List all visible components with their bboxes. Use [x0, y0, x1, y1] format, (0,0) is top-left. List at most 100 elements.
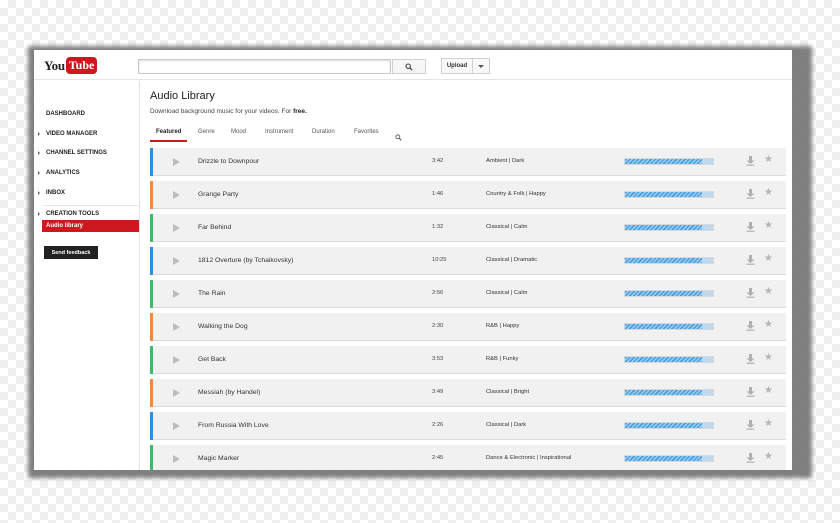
search-input[interactable]	[138, 59, 391, 74]
track-row[interactable]: Get Back 3:53 R&B | Funky ★	[150, 346, 786, 374]
track-row[interactable]: From Russia With Love 2:26 Classical | Dar…	[150, 412, 786, 440]
track-row[interactable]: Grange Party 1:46 Country & Folk | Happy ★	[150, 181, 786, 209]
track-progress-bar[interactable]	[624, 455, 714, 462]
play-icon[interactable]	[173, 257, 180, 265]
star-icon[interactable]: ★	[764, 386, 773, 396]
page-subtitle: Download background music for your video…	[150, 108, 307, 115]
track-genre-mood: Classical | Calm	[486, 224, 528, 230]
track-title[interactable]: The Rain	[198, 290, 226, 297]
download-icon[interactable]	[746, 288, 755, 298]
download-icon[interactable]	[746, 255, 755, 265]
play-icon[interactable]	[173, 290, 180, 298]
track-title[interactable]: Far Behind	[198, 224, 231, 231]
track-progress-bar[interactable]	[624, 191, 714, 198]
subtitle-text: Download background music for your video…	[150, 108, 294, 115]
download-icon[interactable]	[746, 420, 755, 430]
track-row[interactable]: 1812 Overture (by Tchaikovsky) 10:25 Class…	[150, 247, 786, 275]
star-icon[interactable]: ★	[764, 353, 773, 363]
sidebar-item-label: VIDEO MANAGER	[46, 131, 98, 137]
masthead: You Tube Upload	[34, 50, 792, 80]
star-icon[interactable]: ★	[764, 188, 773, 198]
youtube-logo[interactable]: You Tube	[44, 57, 98, 74]
play-icon[interactable]	[173, 356, 180, 364]
track-title[interactable]: Walking the Dog	[198, 323, 248, 330]
track-progress-bar[interactable]	[624, 257, 714, 264]
download-icon[interactable]	[746, 354, 755, 364]
download-icon[interactable]	[746, 222, 755, 232]
play-icon[interactable]	[173, 455, 180, 463]
star-icon[interactable]: ★	[764, 287, 773, 297]
track-progress-fill	[625, 192, 703, 197]
sidebar-item-dashboard[interactable]: DASHBOARD	[34, 108, 140, 120]
play-icon[interactable]	[173, 224, 180, 232]
star-icon[interactable]: ★	[764, 254, 773, 264]
sidebar-item-inbox[interactable]: INBOX	[34, 187, 140, 199]
track-row[interactable]: Magic Marker 2:45 Dance & Electronic | Ins…	[150, 445, 786, 470]
sidebar-item-channel-settings[interactable]: CHANNEL SETTINGS	[34, 147, 140, 159]
track-progress-bar[interactable]	[624, 356, 714, 363]
star-icon[interactable]: ★	[764, 155, 773, 165]
track-progress-bar[interactable]	[624, 290, 714, 297]
subtitle-emphasis: free.	[293, 108, 307, 115]
track-duration: 2:26	[432, 422, 444, 428]
play-icon[interactable]	[173, 191, 180, 199]
track-title[interactable]: Grange Party	[198, 191, 238, 198]
sidebar-item-audio-library[interactable]: Audio library	[42, 220, 139, 232]
track-row[interactable]: Drizzle to Downpour 3:42 Ambient | Dark ★	[150, 148, 786, 176]
upload-button[interactable]: Upload	[441, 58, 473, 74]
search-button[interactable]	[392, 59, 426, 74]
caret-right-icon	[38, 191, 40, 195]
track-genre-mood: Classical | Dramatic	[486, 257, 538, 263]
download-icon[interactable]	[746, 321, 755, 331]
tab-genre[interactable]: Genre	[198, 127, 215, 143]
track-row[interactable]: Walking the Dog 2:30 R&B | Happy ★	[150, 313, 786, 341]
caret-right-icon	[38, 132, 40, 136]
track-title[interactable]: 1812 Overture (by Tchaikovsky)	[198, 257, 293, 264]
play-icon[interactable]	[173, 323, 180, 331]
track-genre-mood: Classical | Bright	[486, 389, 530, 395]
sidebar-item-video-manager[interactable]: VIDEO MANAGER	[34, 128, 140, 140]
play-icon[interactable]	[173, 422, 180, 430]
sidebar-item-label: CHANNEL SETTINGS	[46, 150, 107, 156]
sidebar-item-analytics[interactable]: ANALYTICS	[34, 167, 140, 179]
page-title: Audio Library	[150, 90, 215, 102]
track-progress-fill	[625, 159, 703, 164]
tab-duration[interactable]: Duration	[312, 127, 335, 143]
track-progress-bar[interactable]	[624, 422, 714, 429]
upload-dropdown-button[interactable]	[473, 58, 490, 74]
track-progress-bar[interactable]	[624, 224, 714, 231]
sidebar-item-creation-tools[interactable]: CREATION TOOLS	[34, 208, 140, 220]
track-accent-bar	[150, 214, 153, 242]
star-icon[interactable]: ★	[764, 452, 773, 462]
tab-search-button[interactable]	[395, 128, 402, 146]
star-icon[interactable]: ★	[764, 221, 773, 231]
track-progress-fill	[625, 423, 703, 428]
track-progress-bar[interactable]	[624, 158, 714, 165]
star-icon[interactable]: ★	[764, 320, 773, 330]
download-icon[interactable]	[746, 387, 755, 397]
track-row[interactable]: The Rain 2:56 Classical | Calm ★	[150, 280, 786, 308]
track-progress-bar[interactable]	[624, 323, 714, 330]
logo-you-text: You	[44, 57, 65, 73]
star-icon[interactable]: ★	[764, 419, 773, 429]
sidebar: DASHBOARD VIDEO MANAGER CHANNEL SETTINGS…	[34, 81, 140, 470]
track-title[interactable]: From Russia With Love	[198, 422, 269, 429]
track-title[interactable]: Drizzle to Downpour	[198, 158, 259, 165]
track-progress-bar[interactable]	[624, 389, 714, 396]
play-icon[interactable]	[173, 389, 180, 397]
track-title[interactable]: Magic Marker	[198, 455, 239, 462]
sidebar-item-label: INBOX	[46, 190, 66, 196]
send-feedback-button[interactable]: Send feedback	[44, 246, 98, 259]
download-icon[interactable]	[746, 189, 755, 199]
track-accent-bar	[150, 280, 153, 308]
track-row[interactable]: Far Behind 1:32 Classical | Calm ★	[150, 214, 786, 242]
track-row[interactable]: Messiah (by Handel) 3:49 Classical | Brigh…	[150, 379, 786, 407]
download-icon[interactable]	[746, 453, 755, 463]
tab-favorites[interactable]: Favorites	[354, 127, 379, 143]
tab-mood[interactable]: Mood	[231, 127, 246, 143]
track-title[interactable]: Messiah (by Handel)	[198, 389, 260, 396]
tab-instrument[interactable]: Instrument	[265, 127, 293, 143]
play-icon[interactable]	[173, 158, 180, 166]
download-icon[interactable]	[746, 156, 755, 166]
track-title[interactable]: Get Back	[198, 356, 226, 363]
